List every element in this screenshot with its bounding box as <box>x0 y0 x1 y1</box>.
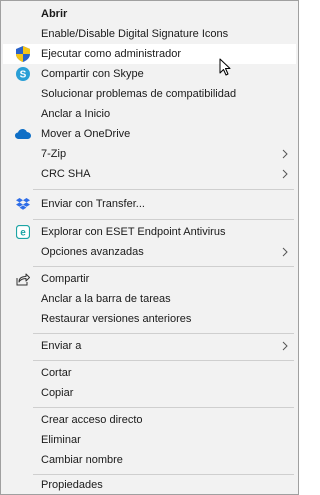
menu-item-share-skype[interactable]: S Compartir con Skype <box>3 64 296 84</box>
menu-item-rename[interactable]: Cambiar nombre <box>3 450 296 470</box>
menu-item-share[interactable]: Compartir <box>3 269 296 289</box>
menu-item-label: Explorar con ESET Endpoint Antivirus <box>41 226 226 238</box>
menu-item-label: Ejecutar como administrador <box>41 48 182 60</box>
menu-item-label: Cambiar nombre <box>41 454 123 466</box>
menu-item-label: Anclar a Inicio <box>41 108 111 120</box>
menu-item-pin-start[interactable]: Anclar a Inicio <box>3 104 296 124</box>
menu-item-copy[interactable]: Copiar <box>3 383 296 403</box>
menu-item-advanced-options[interactable]: Opciones avanzadas <box>3 242 296 262</box>
menu-item-crc-sha[interactable]: CRC SHA <box>3 164 296 184</box>
dropbox-icon <box>15 196 31 212</box>
menu-item-send-to[interactable]: Enviar a <box>3 336 296 356</box>
chevron-right-icon <box>282 341 288 351</box>
menu-item-label: Eliminar <box>41 434 81 446</box>
menu-item-label: Mover a OneDrive <box>41 128 131 140</box>
menu-separator <box>33 219 294 220</box>
menu-item-label: Opciones avanzadas <box>41 246 144 258</box>
menu-item-create-shortcut[interactable]: Crear acceso directo <box>3 410 296 430</box>
menu-item-7zip[interactable]: 7-Zip <box>3 144 296 164</box>
svg-text:e: e <box>20 228 26 239</box>
menu-item-label: Propiedades <box>41 479 103 491</box>
menu-item-label: Abrir <box>41 8 68 20</box>
menu-item-label: Restaurar versiones anteriores <box>41 313 192 325</box>
menu-separator <box>33 360 294 361</box>
menu-item-label: Solucionar problemas de compatibilidad <box>41 88 237 100</box>
menu-separator <box>33 266 294 267</box>
menu-item-scan-eset[interactable]: e Explorar con ESET Endpoint Antivirus <box>3 222 296 242</box>
menu-item-enable-disable-signature-icons[interactable]: Enable/Disable Digital Signature Icons <box>3 24 296 44</box>
chevron-right-icon <box>282 149 288 159</box>
menu-item-restore-previous-versions[interactable]: Restaurar versiones anteriores <box>3 309 296 329</box>
mouse-pointer-icon <box>219 58 231 76</box>
menu-item-cut[interactable]: Cortar <box>3 363 296 383</box>
menu-item-move-onedrive[interactable]: Mover a OneDrive <box>3 124 296 144</box>
menu-separator <box>33 407 294 408</box>
menu-item-label: Anclar a la barra de tareas <box>41 293 171 305</box>
menu-item-delete[interactable]: Eliminar <box>3 430 296 450</box>
eset-icon: e <box>15 224 31 240</box>
menu-item-label: Enviar a <box>41 340 82 352</box>
menu-item-send-transfer[interactable]: Enviar con Transfer... <box>3 194 296 214</box>
menu-item-troubleshoot-compat[interactable]: Solucionar problemas de compatibilidad <box>3 84 296 104</box>
chevron-right-icon <box>282 169 288 179</box>
menu-item-run-as-admin[interactable]: Ejecutar como administrador <box>3 44 296 64</box>
share-icon <box>15 271 31 287</box>
menu-item-pin-taskbar[interactable]: Anclar a la barra de tareas <box>3 289 296 309</box>
menu-item-label: Copiar <box>41 387 74 399</box>
shield-icon <box>15 46 31 62</box>
menu-item-label: 7-Zip <box>41 148 67 160</box>
menu-separator <box>33 333 294 334</box>
menu-item-label: Compartir con Skype <box>41 68 144 80</box>
context-menu: Abrir Enable/Disable Digital Signature I… <box>0 0 299 495</box>
menu-item-label: Crear acceso directo <box>41 414 143 426</box>
svg-text:S: S <box>20 70 27 81</box>
menu-item-label: Cortar <box>41 367 72 379</box>
menu-item-abrir[interactable]: Abrir <box>3 4 296 24</box>
onedrive-icon <box>15 126 31 142</box>
menu-item-label: Enviar con Transfer... <box>41 198 145 210</box>
menu-separator <box>33 189 294 190</box>
menu-item-label: CRC SHA <box>41 168 91 180</box>
menu-item-label: Compartir <box>41 273 90 285</box>
menu-item-properties[interactable]: Propiedades <box>3 475 296 495</box>
menu-item-label: Enable/Disable Digital Signature Icons <box>41 28 229 40</box>
skype-icon: S <box>15 66 31 82</box>
chevron-right-icon <box>282 247 288 257</box>
